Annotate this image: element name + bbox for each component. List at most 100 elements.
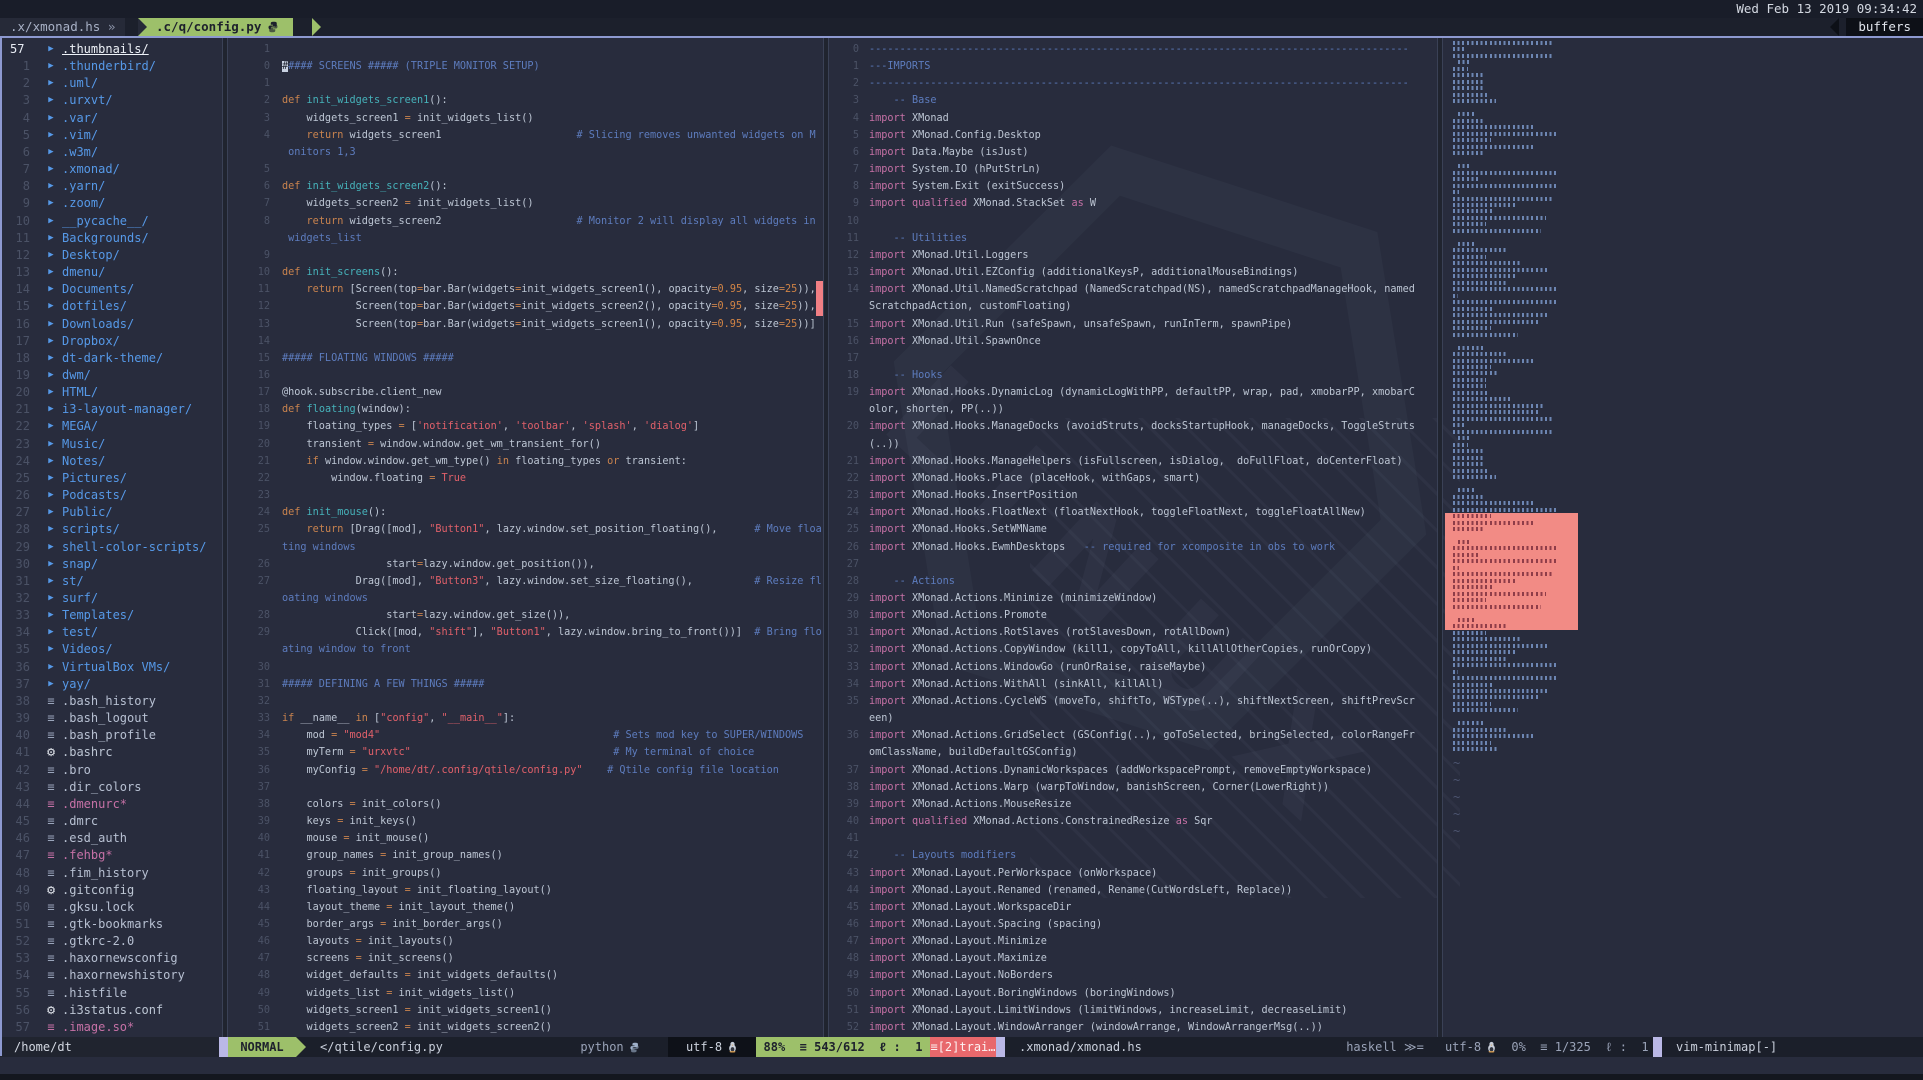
config-line[interactable]: 48 widget_defaults = init_widgets_defaul… — [230, 967, 823, 984]
minimap-line[interactable] — [1453, 689, 1547, 693]
tree-item[interactable]: 13▶dmenu/ — [2, 264, 222, 281]
tree-item[interactable]: 18▶dt-dark-theme/ — [2, 350, 222, 367]
xmonad-line[interactable]: 22import XMonad.Hooks.Place (placeHook, … — [831, 470, 1437, 487]
config-line[interactable]: 1 — [230, 75, 823, 92]
minimap-line[interactable] — [1453, 598, 1486, 602]
config-line[interactable]: 1 — [230, 41, 823, 58]
minimap-line[interactable] — [1453, 326, 1491, 330]
config-line[interactable]: 13 Screen(top=bar.Bar(widgets=init_widge… — [230, 316, 823, 333]
minimap-line[interactable] — [1453, 41, 1554, 45]
config-line[interactable]: 11 return [Screen(top=bar.Bar(widgets=in… — [230, 281, 823, 298]
xmonad-line[interactable]: 28 -- Actions — [831, 573, 1437, 590]
xmonad-line[interactable]: omClassName, buildDefaultGSConfig) — [831, 744, 1437, 761]
minimap-line[interactable] — [1453, 657, 1508, 661]
minimap-line[interactable] — [1453, 624, 1507, 628]
xmonad-line[interactable]: 38import XMonad.Actions.Warp (warpToWind… — [831, 779, 1437, 796]
tree-item[interactable]: 11▶Backgrounds/ — [2, 230, 222, 247]
minimap-line[interactable] — [1453, 456, 1483, 460]
config-line[interactable]: 5 — [230, 161, 823, 178]
xmonad-line[interactable]: ScratchpadAction, customFloating) — [831, 298, 1437, 315]
tree-item[interactable]: 4▶.var/ — [2, 110, 222, 127]
minimap-line[interactable] — [1453, 397, 1511, 401]
xmonad-line[interactable]: 48import XMonad.Layout.Maximize — [831, 950, 1437, 967]
xmonad-line[interactable]: (..)) — [831, 436, 1437, 453]
config-line[interactable]: 8 return widgets_screen2 # Monitor 2 wil… — [230, 213, 823, 230]
minimap-line[interactable] — [1453, 728, 1507, 732]
minimap-line[interactable] — [1458, 346, 1486, 350]
minimap-line[interactable] — [1453, 546, 1556, 550]
xmonad-line[interactable]: 0---------------------------------------… — [831, 41, 1437, 58]
xmonad-line[interactable]: 36import XMonad.Actions.GridSelect (GSCo… — [831, 727, 1437, 744]
minimap-line[interactable] — [1453, 430, 1554, 434]
minimap-line[interactable] — [1453, 73, 1485, 77]
tree-item[interactable]: 35▶Videos/ — [2, 641, 222, 658]
minimap-line[interactable] — [1453, 579, 1515, 583]
minimap-line[interactable] — [1453, 229, 1541, 233]
xmonad-line[interactable]: 51import XMonad.Layout.LimitWindows (lim… — [831, 1002, 1437, 1019]
minimap-line[interactable] — [1453, 145, 1533, 149]
tree-item[interactable]: 3▶.urxvt/ — [2, 92, 222, 109]
minimap-line[interactable] — [1453, 99, 1496, 103]
config-line[interactable]: 22 window.floating = True — [230, 470, 823, 487]
minimap-line[interactable] — [1453, 190, 1459, 194]
config-line[interactable]: 32 — [230, 693, 823, 710]
config-line[interactable]: 36 myConfig = "/home/dt/.config/qtile/co… — [230, 762, 823, 779]
xmonad-line[interactable]: 14import XMonad.Util.NamedScratchpad (Na… — [831, 281, 1437, 298]
config-line[interactable]: 49 widgets_list = init_widgets_list() — [230, 985, 823, 1002]
xmonad-line[interactable]: 30import XMonad.Actions.Promote — [831, 607, 1437, 624]
tree-item[interactable]: 20▶HTML/ — [2, 384, 222, 401]
minimap-line[interactable] — [1453, 469, 1490, 473]
xmonad-line[interactable]: 47import XMonad.Layout.Minimize — [831, 933, 1437, 950]
tree-item[interactable]: 39≡.bash_logout — [2, 710, 222, 727]
xmonad-line[interactable]: 10 — [831, 213, 1437, 230]
minimap-line[interactable] — [1453, 650, 1516, 654]
minimap-line[interactable] — [1453, 313, 1547, 317]
minimap-line[interactable] — [1453, 294, 1458, 298]
minimap-line[interactable] — [1458, 60, 1471, 64]
minimap-line[interactable] — [1453, 514, 1491, 518]
tree-item[interactable]: 57≡.image.so* — [2, 1019, 222, 1036]
xmonad-line[interactable]: 32import XMonad.Actions.CopyWindow (kill… — [831, 641, 1437, 658]
minimap-line[interactable] — [1453, 566, 1459, 570]
tree-item[interactable]: 5▶.vim/ — [2, 127, 222, 144]
tree-item[interactable]: 45≡.dmrc — [2, 813, 222, 830]
minimap-line[interactable] — [1453, 676, 1556, 680]
xmonad-line[interactable]: 43import XMonad.Layout.PerWorkspace (onW… — [831, 865, 1437, 882]
minimap-line[interactable] — [1453, 268, 1547, 272]
tree-item[interactable]: 30▶snap/ — [2, 556, 222, 573]
minimap-line[interactable] — [1453, 86, 1485, 90]
config-line[interactable]: 46 layouts = init_layouts() — [230, 933, 823, 950]
xmonad-line[interactable]: 31import XMonad.Actions.RotSlaves (rotSl… — [831, 624, 1437, 641]
minimap-line[interactable] — [1453, 683, 1492, 687]
tree-item[interactable]: 14▶Documents/ — [2, 281, 222, 298]
config-line[interactable]: 9 — [230, 247, 823, 264]
tree-item[interactable]: 55≡.histfile — [2, 985, 222, 1002]
tree-item[interactable]: 54≡.haxornewshistory — [2, 967, 222, 984]
command-line[interactable] — [0, 1057, 1923, 1074]
xmonad-line[interactable]: 40import qualified XMonad.Actions.Constr… — [831, 813, 1437, 830]
minimap-line[interactable] — [1453, 475, 1496, 479]
config-line[interactable]: 2def init_widgets_screen1(): — [230, 92, 823, 109]
tree-item[interactable]: 15▶dotfiles/ — [2, 298, 222, 315]
tree-item[interactable]: 49⚙.gitconfig — [2, 882, 222, 899]
tree-item[interactable]: 51≡.gtk-bookmarks — [2, 916, 222, 933]
tree-item[interactable]: 27▶Public/ — [2, 504, 222, 521]
tree-item[interactable]: 50≡.gksu.lock — [2, 899, 222, 916]
config-line[interactable]: 3 widgets_screen1 = init_widgets_list() — [230, 110, 823, 127]
config-line[interactable]: 7 widgets_screen2 = init_widgets_list() — [230, 195, 823, 212]
minimap-line[interactable] — [1453, 702, 1491, 706]
tree-item[interactable]: 21▶i3-layout-manager/ — [2, 401, 222, 418]
minimap-line[interactable] — [1453, 695, 1539, 699]
xmonad-line[interactable]: 7import System.IO (hPutStrLn) — [831, 161, 1437, 178]
config-line[interactable]: 43 floating_layout = init_floating_layou… — [230, 882, 823, 899]
minimap-line[interactable] — [1453, 320, 1539, 324]
window-divider[interactable] — [222, 38, 228, 1037]
minimap-line[interactable] — [1453, 365, 1491, 369]
tree-item[interactable]: 53≡.haxornewsconfig — [2, 950, 222, 967]
xmonad-line[interactable]: 39import XMonad.Actions.MouseResize — [831, 796, 1437, 813]
minimap-line[interactable] — [1453, 261, 1521, 265]
xmonad-line[interactable]: 19import XMonad.Hooks.DynamicLog (dynami… — [831, 384, 1437, 401]
config-line[interactable]: 19 floating_types = ['notification', 'to… — [230, 418, 823, 435]
tree-item[interactable]: 40≡.bash_profile — [2, 727, 222, 744]
config-line[interactable]: 34 mod = "mod4" # Sets mod key to SUPER/… — [230, 727, 823, 744]
